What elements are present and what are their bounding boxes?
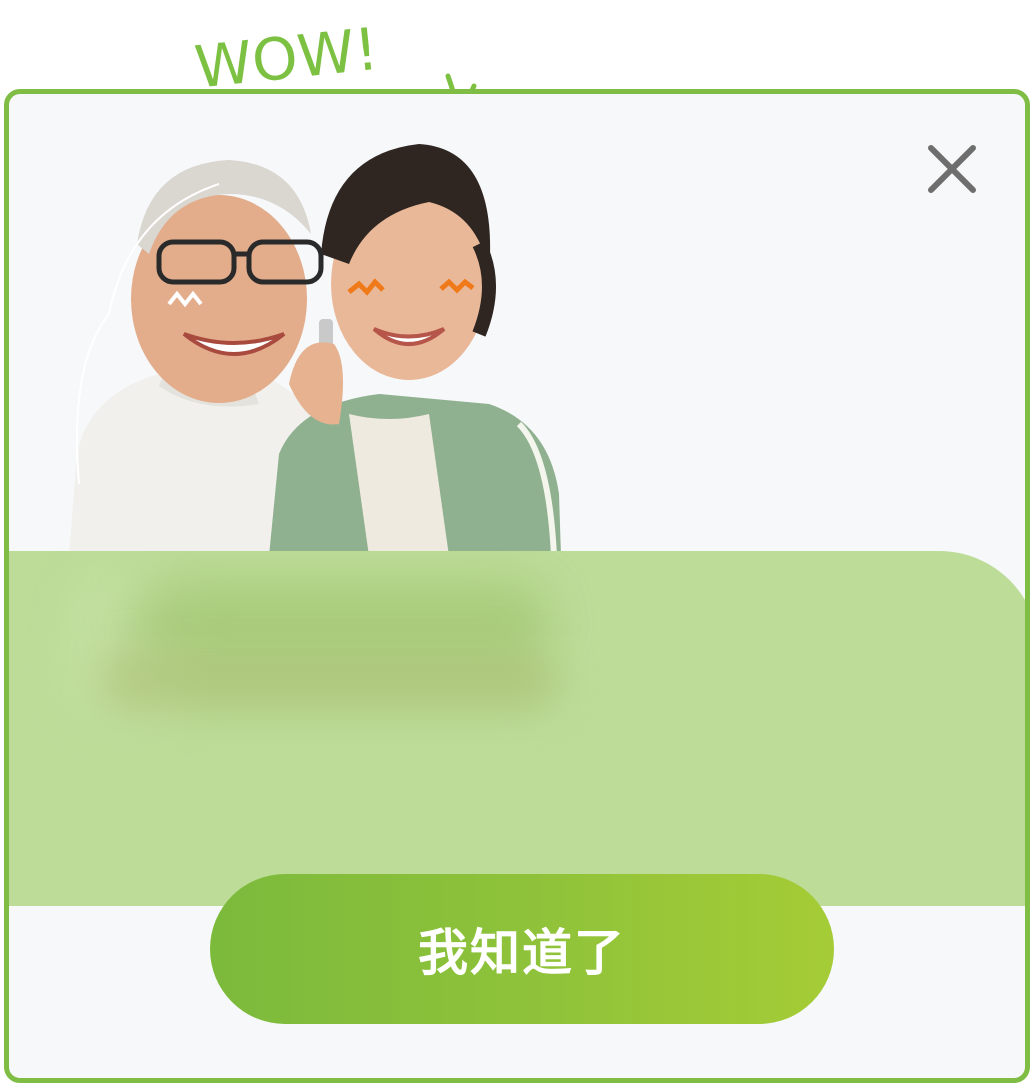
elderly-couple-photo	[69, 144, 561, 556]
confirm-button[interactable]: 我知道了	[210, 874, 834, 1024]
close-icon	[928, 145, 976, 193]
close-button[interactable]	[921, 138, 983, 200]
promo-dialog: 我知道了	[4, 89, 1030, 1083]
wow-text: WOW!	[192, 15, 382, 92]
blurred-text-line	[129, 581, 549, 661]
blurred-text-line	[99, 651, 559, 711]
popup-stage: WOW! 我知道了	[0, 0, 1034, 1087]
wow-doodle: WOW!	[192, 15, 382, 92]
confirm-button-label: 我知道了	[418, 924, 626, 982]
message-panel	[9, 551, 1025, 906]
